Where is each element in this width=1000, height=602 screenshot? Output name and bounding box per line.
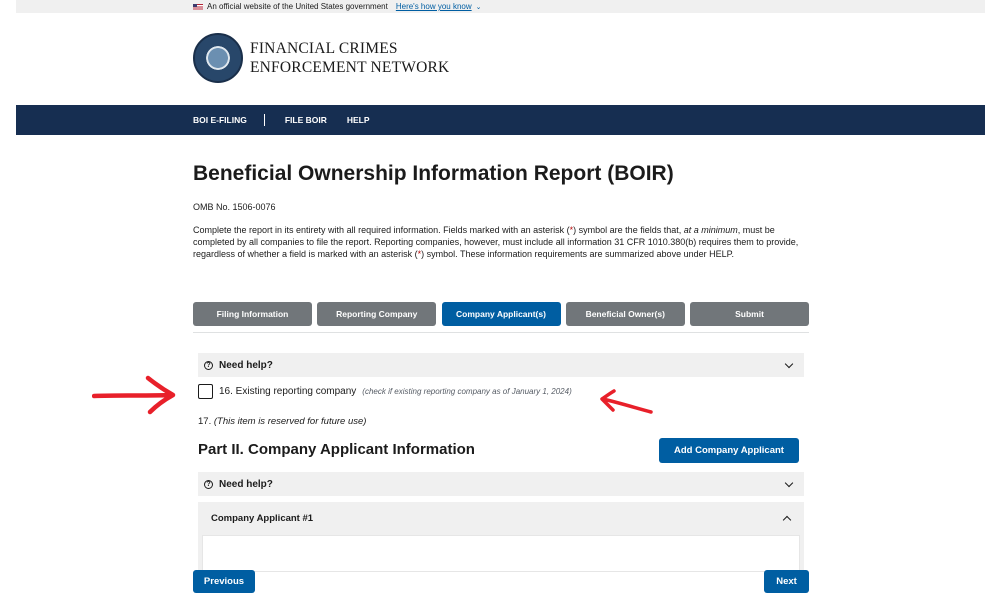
existing-reporting-company-row: 16. Existing reporting company (check if… xyxy=(198,384,572,399)
red-arrow-annotation-left xyxy=(92,375,176,415)
chevron-down-icon[interactable] xyxy=(784,359,794,368)
tabs-divider xyxy=(193,332,809,333)
existing-reporting-company-hint: (check if existing reporting company as … xyxy=(362,387,572,396)
nav-item-file-boir[interactable]: FILE BOIR xyxy=(285,115,327,125)
item-17-text: (This item is reserved for future use) xyxy=(213,416,367,427)
fincen-seal-logo[interactable] xyxy=(193,33,243,83)
gov-banner: An official website of the United States… xyxy=(16,0,985,13)
part-2-title: Part II. Company Applicant Information xyxy=(198,441,475,458)
need-help-label: Need help? xyxy=(219,359,273,371)
tab-filing-information[interactable]: Filing Information xyxy=(193,302,312,326)
red-arrow-annotation-right xyxy=(600,389,653,414)
main-nav: BOI E-FILING FILE BOIR HELP xyxy=(16,105,985,135)
next-button[interactable]: Next xyxy=(764,570,809,593)
site-header: FINANCIAL CRIMES ENFORCEMENT NETWORK xyxy=(193,33,449,83)
chevron-down-icon[interactable] xyxy=(784,478,794,487)
page-title: Beneficial Ownership Information Report … xyxy=(193,162,674,185)
tab-company-applicants[interactable]: Company Applicant(s) xyxy=(441,302,561,326)
company-applicant-header[interactable]: Company Applicant #1 xyxy=(198,502,804,534)
company-applicant-label: Company Applicant #1 xyxy=(211,512,314,524)
chevron-up-icon[interactable] xyxy=(782,515,792,524)
intro-emphasis: at a minimum xyxy=(683,225,738,235)
need-help-accordion[interactable]: ? Need help? xyxy=(198,353,804,377)
intro-part: ) symbol are the fields that, xyxy=(573,225,684,235)
agency-name[interactable]: FINANCIAL CRIMES ENFORCEMENT NETWORK xyxy=(250,39,449,77)
agency-name-line2: ENFORCEMENT NETWORK xyxy=(250,59,450,76)
company-applicant-panel: Company Applicant #1 xyxy=(198,502,804,572)
need-help-accordion[interactable]: ? Need help? xyxy=(198,472,804,496)
question-circle-icon: ? xyxy=(204,360,213,370)
existing-reporting-company-label[interactable]: 16. Existing reporting company xyxy=(219,386,356,397)
intro-part: Complete the report in its entirety with… xyxy=(193,225,570,235)
tab-beneficial-owners[interactable]: Beneficial Owner(s) xyxy=(565,302,685,326)
us-flag-icon xyxy=(193,3,203,10)
gov-banner-text: An official website of the United States… xyxy=(207,2,388,11)
heres-how-you-know-link[interactable]: Here's how you know xyxy=(396,2,472,11)
omb-number: OMB No. 1506-0076 xyxy=(193,202,276,212)
tab-reporting-company[interactable]: Reporting Company xyxy=(317,302,437,326)
item-17-number: 17. xyxy=(198,416,212,427)
chevron-down-icon[interactable]: ⌄ xyxy=(476,3,482,11)
question-circle-icon: ? xyxy=(204,479,213,489)
agency-name-line1: FINANCIAL CRIMES xyxy=(250,40,398,57)
nav-item-boi-efiling[interactable]: BOI E-FILING xyxy=(193,115,247,125)
intro-part: ) symbol. These information requirements… xyxy=(421,249,734,259)
previous-button[interactable]: Previous xyxy=(193,570,255,593)
nav-item-help[interactable]: HELP xyxy=(347,115,370,125)
company-applicant-body xyxy=(202,535,800,572)
existing-reporting-company-checkbox[interactable] xyxy=(198,384,213,399)
need-help-label: Need help? xyxy=(219,478,273,490)
tab-submit[interactable]: Submit xyxy=(690,302,809,326)
nav-divider xyxy=(263,114,265,126)
add-company-applicant-button[interactable]: Add Company Applicant xyxy=(659,438,799,463)
step-tabs: Filing Information Reporting Company Com… xyxy=(193,302,809,326)
intro-text: Complete the report in its entirety with… xyxy=(193,224,808,260)
item-17: 17. (This item is reserved for future us… xyxy=(198,416,366,427)
